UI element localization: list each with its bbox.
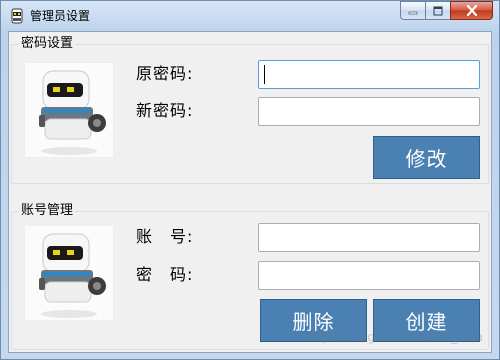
- password-settings-legend: 密码设置: [19, 35, 76, 53]
- caption-buttons: [400, 1, 493, 21]
- text-caret: [264, 65, 265, 84]
- old-password-field[interactable]: [258, 60, 480, 89]
- new-password-label: 新密码:: [136, 101, 194, 120]
- modify-button[interactable]: 修改: [373, 136, 480, 179]
- account-management-legend: 账号管理: [19, 202, 76, 220]
- title-bar[interactable]: 管理员设置: [1, 1, 499, 31]
- minimize-icon: [408, 11, 418, 14]
- watermark: https://blog.csdn.net/Ou_tsea: [305, 330, 483, 344]
- app-icon: [11, 8, 23, 24]
- robot-icon: [39, 233, 106, 318]
- client-area: 密码设置 原密码: 新密码: 修改 账号管理 账 号: 密 码: 删除 创建 h…: [8, 31, 492, 353]
- old-password-label: 原密码:: [136, 64, 194, 83]
- account-password-field[interactable]: [258, 261, 480, 290]
- account-label: 账 号:: [136, 227, 194, 246]
- account-password-label: 密 码:: [136, 265, 194, 284]
- maximize-icon: [433, 6, 443, 15]
- admin-settings-window: 管理员设置 密码设置 原密码: 新密码: 修改 账号管理 账 号: 密 码: 删…: [0, 0, 500, 360]
- avatar: [24, 225, 114, 321]
- robot-icon: [39, 70, 106, 155]
- minimize-button[interactable]: [400, 1, 425, 20]
- close-icon: [466, 5, 477, 16]
- password-settings-group: 密码设置 原密码: 新密码: 修改: [11, 35, 489, 184]
- close-button[interactable]: [450, 1, 493, 20]
- avatar: [24, 62, 114, 158]
- window-title: 管理员设置: [30, 9, 91, 23]
- maximize-button[interactable]: [425, 1, 450, 20]
- new-password-field[interactable]: [258, 97, 480, 126]
- account-field[interactable]: [258, 223, 480, 252]
